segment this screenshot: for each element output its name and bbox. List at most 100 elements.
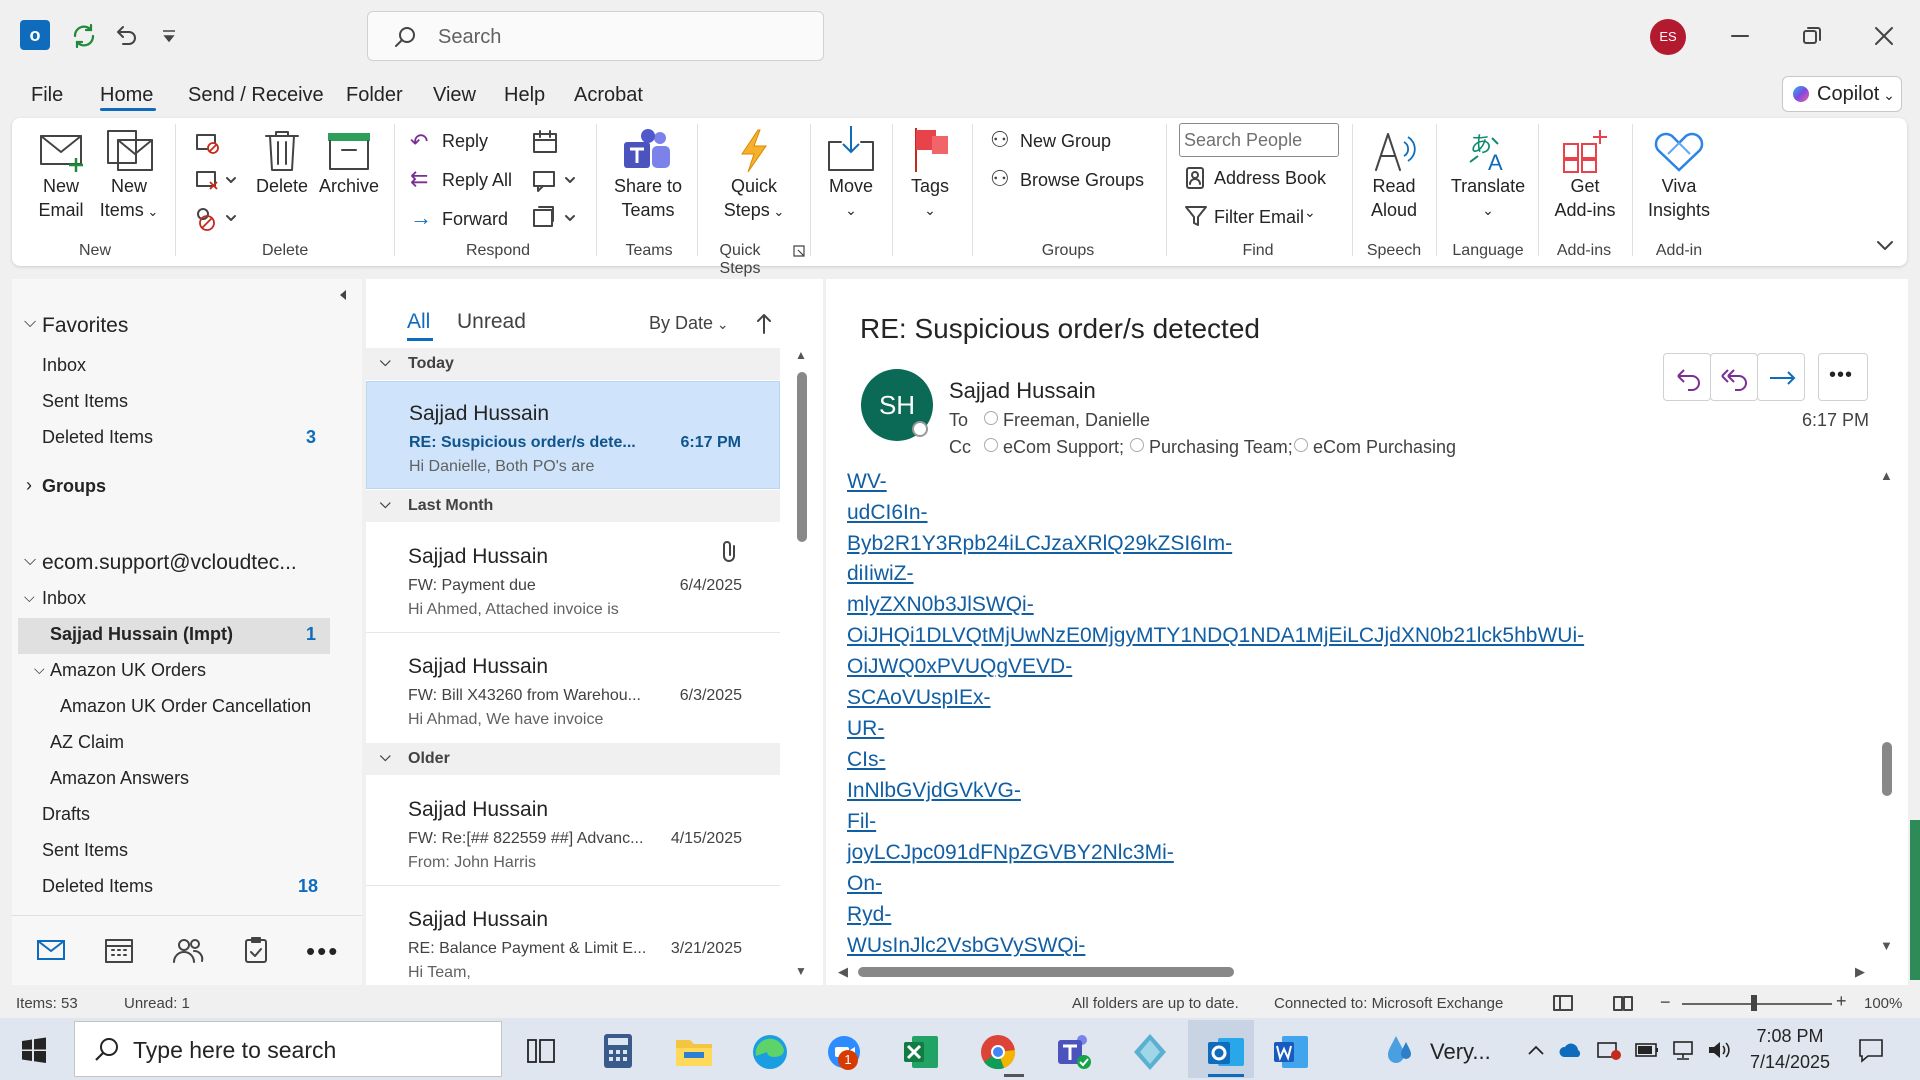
reading-view-icon[interactable]	[1612, 994, 1634, 1012]
sort-direction-icon[interactable]	[754, 312, 774, 336]
favorites-header[interactable]: Favorites	[42, 314, 128, 338]
message-row[interactable]: Sajjad Hussain FW: Payment due Hi Ahmed,…	[366, 525, 780, 633]
clean-up-icon[interactable]	[193, 168, 237, 194]
account-avatar[interactable]: ES	[1650, 19, 1686, 55]
cc-recipient[interactable]: eCom Support;	[1003, 437, 1124, 458]
im-icon[interactable]	[530, 166, 578, 194]
task-view-icon[interactable]	[516, 1026, 566, 1076]
delete-button[interactable]: Delete	[254, 128, 310, 198]
message-row[interactable]: Sajjad Hussain RE: Suspicious order/s de…	[366, 381, 780, 489]
network-icon[interactable]	[1670, 1038, 1696, 1062]
archive-button[interactable]: Archive	[319, 128, 379, 198]
folder-amazon-uk-orders[interactable]: Amazon UK Orders	[50, 660, 206, 681]
body-link-line[interactable]: udCI6In-	[847, 501, 928, 525]
customize-toolbar-icon[interactable]	[160, 28, 178, 44]
body-link-line[interactable]: OiJHQi1DLVQtMjUwNzE0MjgyMTY1NDQ1NDA1MjEi…	[847, 624, 1584, 648]
list-scroll-up-icon[interactable]: ▲	[795, 348, 807, 362]
hscrollbar-thumb[interactable]	[858, 967, 1234, 977]
body-link-line[interactable]: Ryd-	[847, 903, 891, 927]
windows-start-icon[interactable]	[20, 1036, 48, 1064]
list-scroll-down-icon[interactable]: ▼	[795, 964, 807, 978]
body-link-line[interactable]: Fil-	[847, 810, 876, 834]
cc-recipient[interactable]: eCom Purchasing	[1313, 437, 1456, 458]
viva-insights-button[interactable]: Viva Insights	[1644, 128, 1714, 222]
body-link-line[interactable]: CIs-	[847, 748, 886, 772]
chevron-right-icon[interactable]: ›	[26, 475, 32, 496]
favorite-sent-items[interactable]: Sent Items	[42, 391, 128, 412]
calculator-icon[interactable]	[592, 1026, 642, 1076]
body-link-line[interactable]: On-	[847, 872, 882, 896]
folder-deleted-items[interactable]: Deleted Items	[42, 876, 153, 897]
onedrive-icon[interactable]	[1558, 1040, 1584, 1060]
weather-text[interactable]: Very...	[1430, 1039, 1491, 1065]
junk-icon[interactable]	[193, 204, 237, 232]
zoom-slider-thumb[interactable]	[1751, 995, 1757, 1011]
normal-view-icon[interactable]	[1552, 994, 1574, 1012]
undo-icon[interactable]	[112, 22, 140, 50]
groups-header[interactable]: Groups	[42, 476, 106, 497]
chrome-icon[interactable]	[972, 1026, 1022, 1076]
sender-name[interactable]: Sajjad Hussain	[949, 378, 1096, 404]
volume-icon[interactable]	[1706, 1038, 1732, 1062]
security-status-icon[interactable]	[1596, 1038, 1622, 1062]
more-respond-icon[interactable]	[530, 204, 578, 232]
zoom-slider[interactable]	[1682, 1003, 1832, 1005]
menu-view[interactable]: View	[433, 84, 476, 107]
edge-icon[interactable]	[744, 1026, 794, 1076]
search-people-input[interactable]: Search People	[1179, 123, 1339, 157]
new-items-button[interactable]: New Items ⌄	[98, 128, 160, 224]
body-scroll-down-icon[interactable]: ▼	[1880, 938, 1893, 953]
clock-date[interactable]: 7/14/2025	[1744, 1052, 1836, 1073]
menu-folder[interactable]: Folder	[346, 84, 403, 107]
new-email-button[interactable]: New Email	[30, 128, 92, 222]
more-actions-button[interactable]: •••	[1818, 353, 1868, 401]
read-aloud-button[interactable]: Read Aloud	[1364, 128, 1424, 222]
chevron-down-icon[interactable]: ⌵	[24, 314, 36, 332]
minimize-icon[interactable]	[1728, 24, 1752, 48]
folder-drafts[interactable]: Drafts	[42, 804, 90, 825]
group-header-last-month[interactable]: Last Month ⌵	[366, 490, 780, 522]
calendar-icon[interactable]	[104, 936, 134, 964]
body-scrollbar-thumb[interactable]	[1882, 742, 1892, 796]
menu-file[interactable]: File	[31, 84, 63, 107]
menu-help[interactable]: Help	[504, 84, 545, 107]
restore-icon[interactable]	[1800, 24, 1824, 48]
move-button[interactable]: Move ⌄	[820, 124, 882, 222]
body-link-line[interactable]: mlyZXN0b3JlSWQi-	[847, 593, 1034, 617]
search-box[interactable]: Search	[367, 11, 824, 61]
body-link-line[interactable]: joyLCJpc091dFNpZGVBY2Nlc3Mi-	[847, 841, 1174, 865]
body-link-line[interactable]: SCAoVUspIEx-	[847, 686, 991, 710]
body-link-line[interactable]: WV-	[847, 470, 887, 494]
folder-inbox[interactable]: Inbox	[42, 588, 86, 609]
excel-icon[interactable]	[896, 1026, 946, 1076]
outlook-taskbar-icon[interactable]	[1200, 1026, 1250, 1076]
message-row[interactable]: Sajjad Hussain FW: Re:[## 822559 ##] Adv…	[366, 778, 780, 886]
menu-home[interactable]: Home	[100, 84, 153, 107]
zoom-out-icon[interactable]: −	[1660, 992, 1671, 1013]
group-header-today[interactable]: Today ⌵	[366, 348, 780, 380]
meeting-icon[interactable]	[530, 128, 560, 156]
close-icon[interactable]	[1872, 24, 1896, 48]
chevron-down-icon[interactable]: ⌵	[34, 661, 45, 678]
filter-all[interactable]: All	[407, 310, 430, 334]
body-link-line[interactable]: UR-	[847, 717, 884, 741]
clock-time[interactable]: 7:08 PM	[1748, 1026, 1832, 1047]
more-apps-icon[interactable]: •••	[306, 936, 339, 967]
body-link-line[interactable]: Byb2R1Y3Rpb24iLCJzaXRlQ29kZSI6Im-	[847, 532, 1232, 556]
group-header-older[interactable]: Older ⌵	[366, 743, 780, 775]
ignore-icon[interactable]	[193, 131, 221, 157]
folder-amazon-answers[interactable]: Amazon Answers	[50, 768, 189, 789]
folder-amazon-uk-order-cancellation[interactable]: Amazon UK Order Cancellation	[60, 696, 311, 717]
message-row[interactable]: Sajjad Hussain FW: Bill X43260 from Ware…	[366, 635, 780, 743]
word-icon[interactable]	[1266, 1026, 1316, 1076]
body-link-line[interactable]: OiJWQ0xPVUQgVEVD-	[847, 655, 1072, 679]
collapse-pane-icon[interactable]	[336, 288, 350, 302]
chevron-down-icon[interactable]: ⌵	[24, 552, 36, 570]
body-link-line[interactable]: InNlbGVjdGVkVG-	[847, 779, 1021, 803]
tasks-icon[interactable]	[242, 936, 270, 964]
quick-steps-button[interactable]: Quick Steps ⌄	[714, 128, 794, 224]
reply-all-button[interactable]	[1710, 353, 1758, 401]
folder-az-claim[interactable]: AZ Claim	[50, 732, 124, 753]
to-recipient[interactable]: Freeman, Danielle	[1003, 410, 1150, 431]
favorite-inbox[interactable]: Inbox	[42, 355, 86, 376]
